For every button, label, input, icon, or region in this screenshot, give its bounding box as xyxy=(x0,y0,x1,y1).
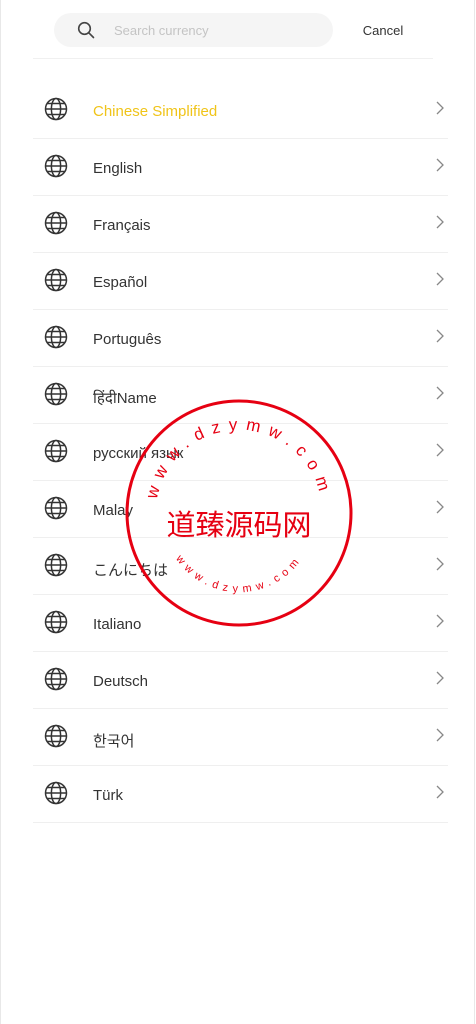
language-row[interactable]: Italiano xyxy=(0,595,476,652)
language-row[interactable]: Chinese Simplified xyxy=(0,82,476,139)
row-divider xyxy=(33,822,448,823)
globe-icon xyxy=(44,724,68,748)
chevron-right-icon xyxy=(436,785,444,799)
language-label: Deutsch xyxy=(93,673,149,690)
language-list: Chinese Simplified English Français Español… xyxy=(0,82,476,823)
language-row[interactable]: русский язык xyxy=(0,424,476,481)
language-row[interactable]: हिंदीName xyxy=(0,367,476,424)
chevron-right-icon xyxy=(436,215,444,229)
language-label: English xyxy=(93,160,143,177)
chevron-right-icon xyxy=(436,614,444,628)
globe-icon xyxy=(44,553,68,577)
chevron-right-icon xyxy=(436,272,444,286)
language-label: Français xyxy=(93,217,151,234)
globe-icon xyxy=(44,667,68,691)
globe-icon xyxy=(44,97,68,121)
language-row[interactable]: Français xyxy=(0,196,476,253)
search-icon xyxy=(77,21,95,39)
language-label: русский язык xyxy=(93,445,184,462)
search-bar[interactable] xyxy=(54,13,333,47)
globe-icon xyxy=(44,268,68,292)
language-label: 한국어 xyxy=(93,733,135,750)
language-label: Italiano xyxy=(93,616,142,633)
globe-icon xyxy=(44,496,68,520)
globe-icon xyxy=(44,154,68,178)
chevron-right-icon xyxy=(436,728,444,742)
language-select-page: Cancel Chinese Simplified English Français… xyxy=(0,0,476,1024)
language-label: Chinese Simplified xyxy=(93,103,218,120)
globe-icon xyxy=(44,781,68,805)
language-label: Español xyxy=(93,274,148,291)
language-row[interactable]: Português xyxy=(0,310,476,367)
language-label: Português xyxy=(93,331,162,348)
language-row[interactable]: 한국어 xyxy=(0,709,476,766)
chevron-right-icon xyxy=(436,158,444,172)
globe-icon xyxy=(44,325,68,349)
language-row[interactable]: Malay xyxy=(0,481,476,538)
language-label: हिंदीName xyxy=(93,390,157,407)
globe-icon xyxy=(44,439,68,463)
language-row[interactable]: Türk xyxy=(0,766,476,823)
header-divider xyxy=(33,58,433,59)
chevron-right-icon xyxy=(436,557,444,571)
cancel-button[interactable]: Cancel xyxy=(352,20,414,42)
language-row[interactable]: Deutsch xyxy=(0,652,476,709)
language-label: Malay xyxy=(93,502,134,519)
language-row[interactable]: こんにちは xyxy=(0,538,476,595)
language-label: Türk xyxy=(93,787,123,804)
chevron-right-icon xyxy=(436,443,444,457)
chevron-right-icon xyxy=(436,386,444,400)
globe-icon xyxy=(44,610,68,634)
language-row[interactable]: Español xyxy=(0,253,476,310)
language-label: こんにちは xyxy=(93,562,169,579)
language-row[interactable]: English xyxy=(0,139,476,196)
chevron-right-icon xyxy=(436,101,444,115)
chevron-right-icon xyxy=(436,500,444,514)
globe-icon xyxy=(44,211,68,235)
chevron-right-icon xyxy=(436,671,444,685)
search-input[interactable] xyxy=(114,13,324,47)
chevron-right-icon xyxy=(436,329,444,343)
globe-icon xyxy=(44,382,68,406)
